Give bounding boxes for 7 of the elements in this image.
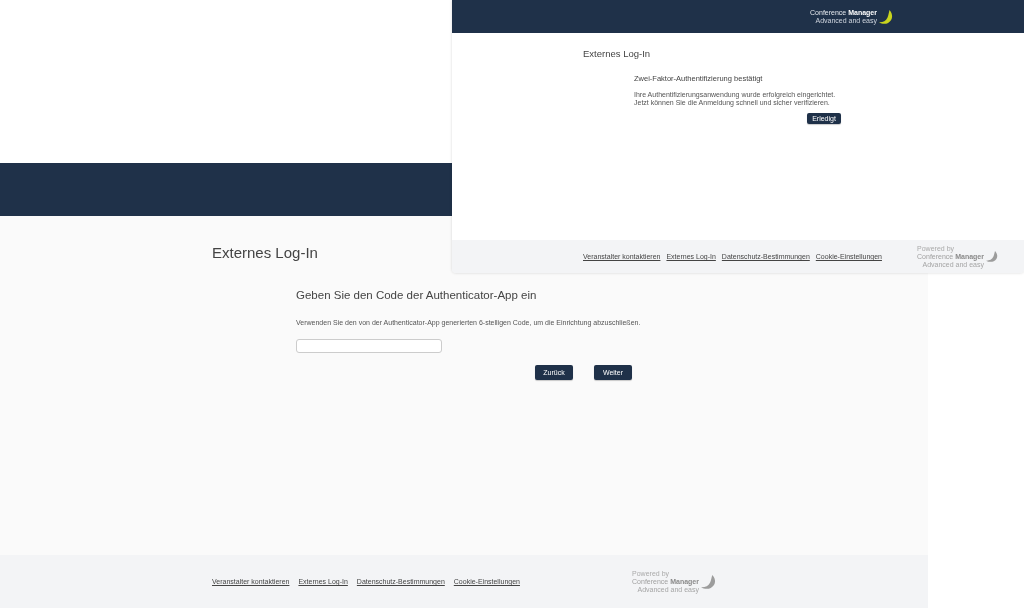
form-heading: Geben Sie den Code der Authenticator-App ein bbox=[296, 288, 537, 302]
page-title: Externes Log-In bbox=[212, 244, 318, 261]
page-title: Externes Log-In bbox=[583, 48, 651, 59]
crescent-logo-icon bbox=[879, 9, 893, 24]
crescent-logo-icon bbox=[986, 251, 998, 262]
code-input-field[interactable] bbox=[296, 339, 442, 353]
crescent-logo-icon bbox=[701, 574, 716, 589]
